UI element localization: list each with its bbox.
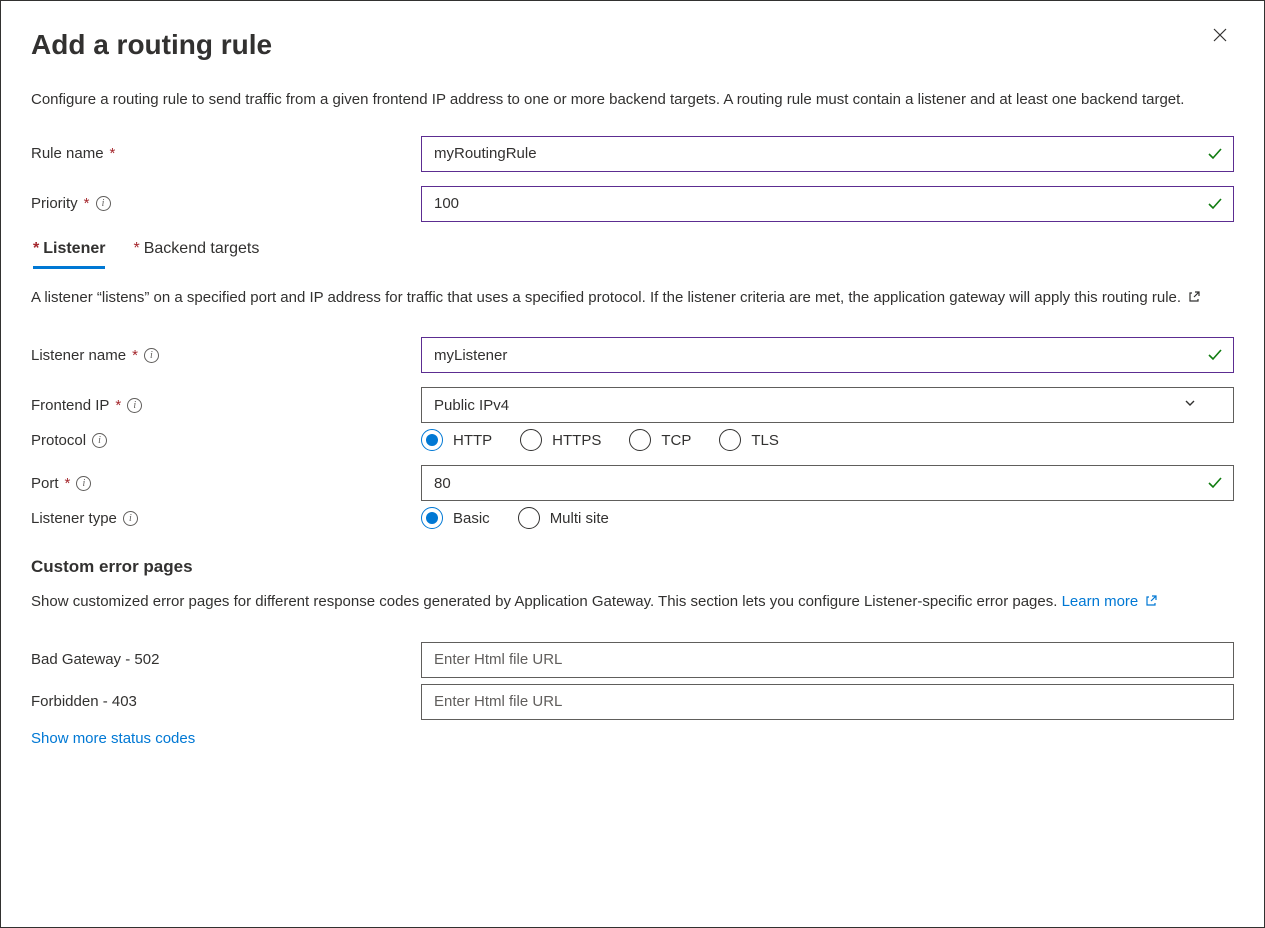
port-input[interactable] <box>421 465 1234 501</box>
bad-gateway-label: Bad Gateway - 502 <box>31 651 421 668</box>
tab-listener[interactable]: *Listener <box>33 240 105 269</box>
listener-type-radio-group: Basic Multi site <box>421 507 1234 529</box>
bad-gateway-input[interactable] <box>421 642 1234 678</box>
listener-description: A listener “listens” on a specified port… <box>31 287 1234 310</box>
required-indicator: * <box>33 240 39 257</box>
external-link-icon <box>1144 594 1158 608</box>
radio-icon <box>520 429 542 451</box>
required-indicator: * <box>132 347 138 364</box>
radio-icon <box>518 507 540 529</box>
info-icon[interactable]: i <box>123 511 138 526</box>
info-icon[interactable]: i <box>127 398 142 413</box>
required-indicator: * <box>65 475 71 492</box>
required-indicator: * <box>110 145 116 162</box>
port-label: Port * i <box>31 475 421 492</box>
listener-type-label: Listener type i <box>31 510 421 527</box>
priority-input[interactable] <box>421 186 1234 222</box>
close-button[interactable] <box>1206 21 1234 53</box>
rule-name-input[interactable] <box>421 136 1234 172</box>
required-indicator: * <box>133 240 139 257</box>
panel-description: Configure a routing rule to send traffic… <box>31 89 1234 112</box>
radio-icon <box>421 429 443 451</box>
radio-icon <box>719 429 741 451</box>
custom-error-description: Show customized error pages for differen… <box>31 591 1234 614</box>
listener-type-option-multi[interactable]: Multi site <box>518 507 609 529</box>
forbidden-label: Forbidden - 403 <box>31 693 421 710</box>
protocol-option-http[interactable]: HTTP <box>421 429 492 451</box>
external-link-icon[interactable] <box>1187 290 1201 304</box>
protocol-option-https[interactable]: HTTPS <box>520 429 601 451</box>
frontend-ip-select[interactable]: Public IPv4 <box>421 387 1234 423</box>
radio-icon <box>421 507 443 529</box>
rule-name-label: Rule name * <box>31 145 421 162</box>
info-icon[interactable]: i <box>144 348 159 363</box>
protocol-option-tls[interactable]: TLS <box>719 429 779 451</box>
radio-icon <box>629 429 651 451</box>
listener-type-option-basic[interactable]: Basic <box>421 507 490 529</box>
show-more-status-codes-link[interactable]: Show more status codes <box>31 730 195 747</box>
protocol-label: Protocol i <box>31 432 421 449</box>
panel-title: Add a routing rule <box>31 29 272 61</box>
required-indicator: * <box>115 397 121 414</box>
frontend-ip-value: Public IPv4 <box>434 397 509 414</box>
forbidden-input[interactable] <box>421 684 1234 720</box>
priority-label: Priority * i <box>31 195 421 212</box>
protocol-option-tcp[interactable]: TCP <box>629 429 691 451</box>
listener-name-input[interactable] <box>421 337 1234 373</box>
info-icon[interactable]: i <box>92 433 107 448</box>
tab-backend-targets[interactable]: *Backend targets <box>133 240 259 269</box>
routing-rule-panel: Add a routing rule Configure a routing r… <box>0 0 1265 928</box>
tab-bar: *Listener *Backend targets <box>31 240 1234 269</box>
custom-error-heading: Custom error pages <box>31 557 1234 577</box>
frontend-ip-label: Frontend IP * i <box>31 397 421 414</box>
chevron-down-icon <box>1183 396 1197 414</box>
protocol-radio-group: HTTP HTTPS TCP TLS <box>421 429 1234 451</box>
info-icon[interactable]: i <box>96 196 111 211</box>
listener-name-label: Listener name * i <box>31 347 421 364</box>
close-icon <box>1212 26 1228 48</box>
learn-more-link[interactable]: Learn more <box>1062 593 1159 610</box>
info-icon[interactable]: i <box>76 476 91 491</box>
required-indicator: * <box>84 195 90 212</box>
